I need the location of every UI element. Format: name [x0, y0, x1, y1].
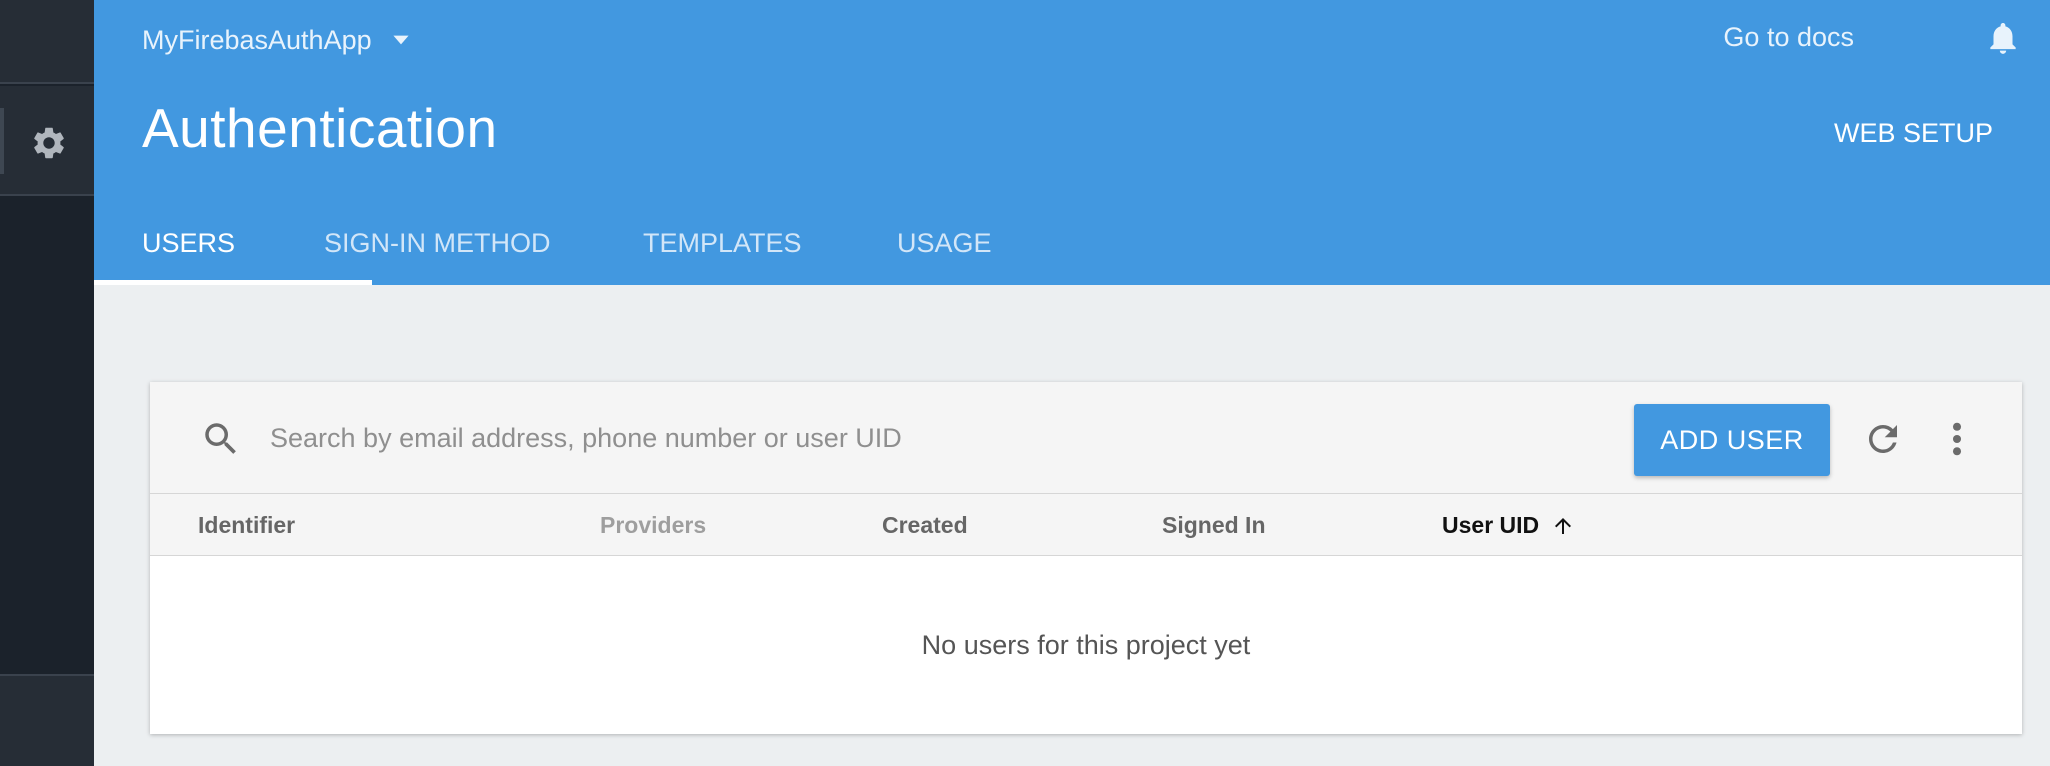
- search-icon: [205, 423, 236, 454]
- column-user-uid[interactable]: User UID: [1442, 512, 1575, 539]
- firebase-console: MyFirebasAuthApp Go to docs Authenticati…: [0, 0, 2050, 766]
- refresh-icon[interactable]: [1862, 418, 1904, 460]
- column-signed-in[interactable]: Signed In: [1162, 512, 1266, 539]
- sidebar-marker: [0, 108, 4, 174]
- project-name: MyFirebasAuthApp: [142, 24, 372, 55]
- header: MyFirebasAuthApp Go to docs Authenticati…: [94, 0, 2050, 285]
- bell-icon[interactable]: [1984, 16, 2022, 60]
- users-toolbar: ADD USER: [150, 382, 2022, 494]
- users-card: ADD USER Identifier Providers Created Si…: [150, 382, 2022, 734]
- tab-users[interactable]: USERS: [94, 218, 372, 285]
- sidebar-top-area: [0, 0, 94, 84]
- empty-state-message: No users for this project yet: [921, 629, 1251, 660]
- gear-icon[interactable]: [30, 124, 68, 162]
- tab-bar: USERS SIGN-IN METHOD TEMPLATES USAGE: [94, 218, 1017, 285]
- go-to-docs-link[interactable]: Go to docs: [1723, 22, 1854, 53]
- column-identifier[interactable]: Identifier: [198, 512, 295, 539]
- tab-usage[interactable]: USAGE: [897, 218, 1017, 285]
- more-vert-icon[interactable]: [1950, 418, 1964, 460]
- sidebar: [0, 0, 94, 766]
- chevron-down-icon: [393, 35, 409, 45]
- search-input[interactable]: [268, 414, 1548, 462]
- web-setup-button[interactable]: WEB SETUP: [1834, 118, 1993, 149]
- project-selector[interactable]: MyFirebasAuthApp: [142, 20, 414, 60]
- column-providers: Providers: [600, 512, 707, 538]
- table-header: Identifier Providers Created Signed In U…: [150, 494, 2022, 556]
- column-user-uid-label: User UID: [1442, 512, 1540, 538]
- sidebar-bottom-area: [0, 674, 94, 766]
- arrow-up-icon: [1555, 517, 1572, 534]
- column-created[interactable]: Created: [882, 512, 968, 539]
- page-title: Authentication: [142, 97, 498, 159]
- add-user-button[interactable]: ADD USER: [1634, 404, 1830, 476]
- tab-sign-in-method[interactable]: SIGN-IN METHOD: [324, 218, 643, 285]
- tab-templates[interactable]: TEMPLATES: [643, 218, 897, 285]
